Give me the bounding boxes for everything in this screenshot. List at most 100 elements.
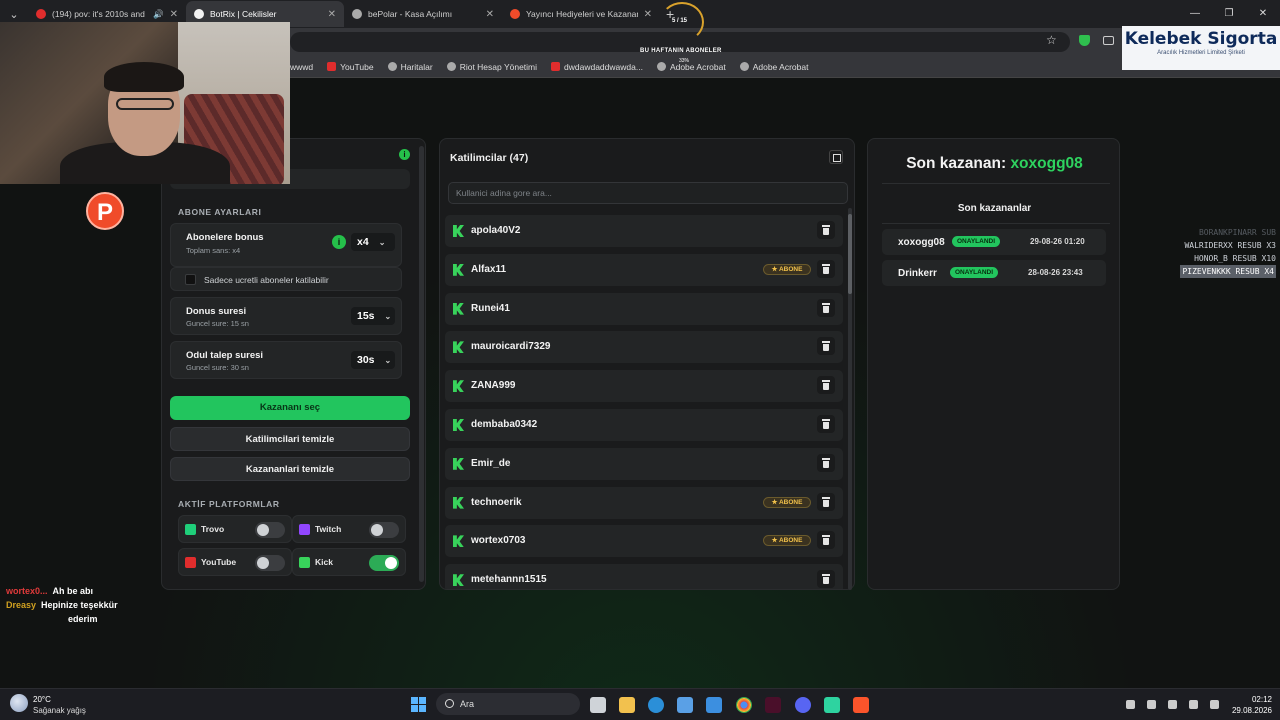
kick-toggle[interactable] <box>369 555 399 571</box>
claim-time-dropdown[interactable]: 30s ⌄ <box>351 351 395 369</box>
subscriber-badge: ★ ABONE <box>763 496 811 508</box>
close-window-icon[interactable]: ✕ <box>1246 0 1280 26</box>
bookmark-item[interactable]: Riot Hesap Yönetimi <box>446 62 537 72</box>
toggle-knob <box>385 557 397 569</box>
bookmark-item[interactable]: dwdawdaddwawda... <box>551 62 643 72</box>
info-icon[interactable]: i <box>399 149 410 160</box>
platform-label: Twitch <box>315 524 342 534</box>
chevron-up-icon[interactable] <box>1126 700 1135 709</box>
store-icon[interactable] <box>677 697 693 713</box>
bookmark-label: dwdawdaddwawda... <box>564 61 643 72</box>
delete-participant-trash-icon[interactable] <box>817 415 835 433</box>
kick-icon <box>453 496 464 509</box>
pick-winner-button[interactable]: Kazananı seç <box>170 396 410 420</box>
browser-tab-gifts[interactable]: Yayıncı Hediyeleri ve Kazananlar ✕ <box>502 1 660 27</box>
kick-icon <box>453 574 464 587</box>
clock[interactable]: 02:12 29.08.2026 <box>1232 694 1272 716</box>
bookmark-item[interactable]: YouTube <box>327 62 374 72</box>
webcam-person-hair <box>104 62 184 92</box>
mail-icon[interactable] <box>706 697 722 713</box>
browser-tab-bepolar[interactable]: bePolar - Kasa Açılımı ✕ <box>344 1 502 27</box>
delete-participant-trash-icon[interactable] <box>817 298 835 317</box>
clear-participants-button[interactable]: Katilimcilari temizle <box>170 427 410 451</box>
delete-participant-trash-icon[interactable] <box>817 453 835 472</box>
polar-icon <box>510 9 520 19</box>
copy-icon[interactable] <box>829 150 843 164</box>
minimize-icon[interactable]: — <box>1178 0 1212 26</box>
app-icon[interactable] <box>824 697 840 713</box>
delete-participant-trash-icon[interactable] <box>817 337 835 356</box>
cloud-icon[interactable] <box>1147 700 1156 709</box>
temperature: 20°C <box>33 695 51 704</box>
speaker-icon[interactable]: 🔊 <box>153 9 164 20</box>
kick-icon <box>453 535 464 548</box>
wifi-icon[interactable] <box>1189 700 1198 709</box>
extension-shield-icon[interactable] <box>1079 35 1090 46</box>
divider <box>882 223 1110 224</box>
sub-goal-percent: 33% <box>679 58 690 64</box>
last-winner-label: Son kazanan: <box>906 155 1007 172</box>
participants-scroll-thumb[interactable] <box>848 214 852 294</box>
trovo-toggle[interactable] <box>255 522 285 538</box>
clear-winners-button[interactable]: Kazananlari temizle <box>170 457 410 481</box>
task-view-icon[interactable] <box>590 697 606 713</box>
maximize-icon[interactable]: ❐ <box>1212 0 1246 26</box>
youtube-toggle[interactable] <box>255 555 285 571</box>
bookmark-item[interactable]: wwwd <box>290 62 313 72</box>
sponsor-subtitle: Aracılık Hizmetleri Limited Şirketi <box>1157 50 1245 56</box>
participant-row: mauroicardi7329 <box>445 331 843 364</box>
bonus-time-card: Donus suresi Guncel sure: 15 sn 15s ⌄ <box>170 297 402 335</box>
settings-scrollbar[interactable] <box>419 146 424 582</box>
settings-panel: i ABONE AYARLARI Abonelere bonus Toplam … <box>161 138 426 590</box>
chat-overlay: wortex0... Ah be abı Dreasy Hepinize teş… <box>6 584 118 626</box>
tab-list-chevron-icon[interactable]: ⌄ <box>0 8 28 21</box>
delete-participant-trash-icon[interactable] <box>817 492 835 511</box>
extension-icon[interactable] <box>1103 36 1114 45</box>
bookmark-label: wwwd <box>290 61 314 72</box>
windows-start-icon[interactable] <box>411 697 426 712</box>
mic-icon[interactable] <box>1168 700 1177 709</box>
sponsor-banner: Kelebek Sigorta Aracılık Hizmetleri Limi… <box>1122 26 1280 70</box>
delete-participant-trash-icon[interactable] <box>817 259 835 278</box>
brave-icon[interactable] <box>853 697 869 713</box>
trovo-icon <box>185 524 196 535</box>
chrome-icon[interactable] <box>736 697 752 713</box>
delete-participant-trash-icon[interactable] <box>817 376 835 395</box>
bookmark-item[interactable]: Adobe Acrobat <box>739 62 808 72</box>
twitch-toggle[interactable] <box>369 522 399 538</box>
delete-participant-trash-icon[interactable] <box>817 221 835 239</box>
file-explorer-icon[interactable] <box>619 697 635 713</box>
kick-icon <box>453 380 464 393</box>
delete-participant-trash-icon[interactable] <box>817 570 835 589</box>
platform-twitch: Twitch <box>292 515 406 543</box>
close-tab-icon[interactable]: ✕ <box>644 9 652 20</box>
youtube-icon <box>551 62 561 71</box>
bonus-dropdown[interactable]: x4 ⌄ <box>351 233 395 251</box>
info-icon[interactable]: i <box>332 235 346 249</box>
discord-icon[interactable] <box>795 697 811 713</box>
globe-icon <box>739 62 749 71</box>
bonus-value: x4 <box>357 236 369 248</box>
system-tray <box>1126 700 1219 709</box>
bookmark-item[interactable]: Haritalar <box>387 62 433 72</box>
weather-icon <box>10 694 28 712</box>
taskbar-search[interactable]: Ara <box>436 693 580 715</box>
winner-date: 29-08-26 01:20 <box>1030 237 1085 246</box>
volume-icon[interactable] <box>1210 700 1219 709</box>
participant-search-input[interactable]: Kullanici adina gore ara... <box>448 182 848 204</box>
chat-message: ederim <box>6 612 118 626</box>
close-tab-icon[interactable]: ✕ <box>328 9 336 20</box>
delete-participant-trash-icon[interactable] <box>817 531 835 550</box>
participant-name: ZANA999 <box>471 380 516 392</box>
paid-only-checkbox[interactable] <box>185 274 196 285</box>
close-tab-icon[interactable]: ✕ <box>486 9 494 20</box>
paid-only-option[interactable]: Sadece ucretli aboneler katilabilir <box>170 267 402 291</box>
bonus-time-value: 15s <box>357 310 375 322</box>
bookmark-star-icon[interactable]: ☆ <box>1046 33 1057 47</box>
toggle-knob <box>257 557 269 569</box>
close-tab-icon[interactable]: ✕ <box>170 9 178 20</box>
edge-icon[interactable] <box>648 697 664 713</box>
bonus-time-dropdown[interactable]: 15s ⌄ <box>351 307 395 325</box>
vscode-icon[interactable] <box>765 697 781 713</box>
bookmark-item[interactable]: Adobe Acrobat <box>656 62 726 72</box>
